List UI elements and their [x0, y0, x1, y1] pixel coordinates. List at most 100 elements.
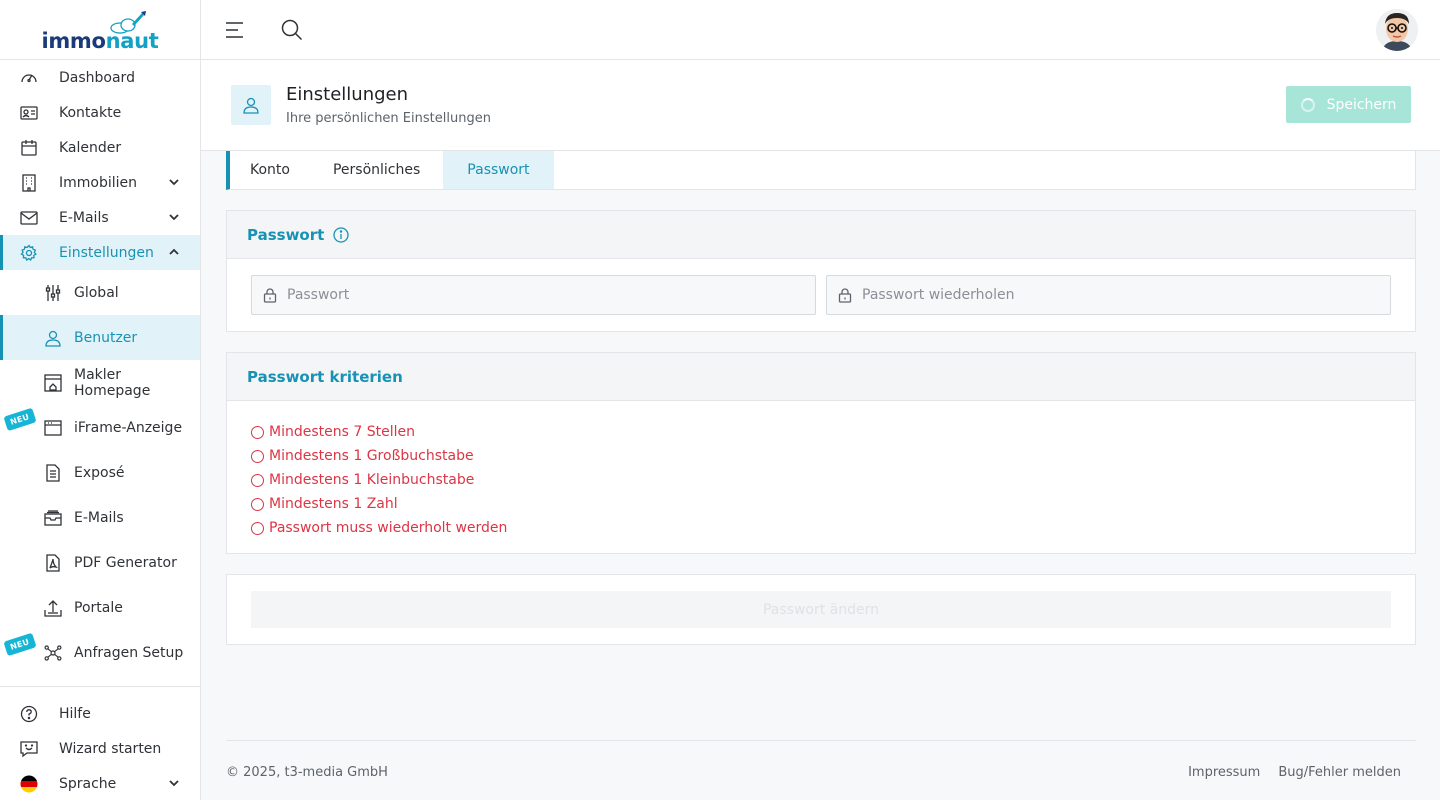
nav-label: Immobilien — [59, 174, 138, 191]
subnav-emails[interactable]: E-Mails — [0, 495, 200, 540]
nav-immobilien[interactable]: Immobilien — [0, 165, 200, 200]
sidebar: immonaut Dashboard Kontakte Kalender Imm… — [0, 0, 201, 800]
nav-kontakte[interactable]: Kontakte — [0, 95, 200, 130]
password-card: Passwort — [226, 210, 1416, 332]
sidebar-bottom-nav: Hilfe Wizard starten Sprache — [0, 686, 200, 800]
footer-links: Impressum Bug/Fehler melden — [1188, 765, 1401, 780]
nav-einstellungen[interactable]: Einstellungen — [0, 235, 200, 270]
criteria-text: Mindestens 1 Zahl — [269, 496, 398, 512]
tab-passwort[interactable]: Passwort — [443, 151, 554, 189]
password-field-wrapper — [251, 275, 816, 315]
pdf-icon — [44, 553, 62, 572]
chat-smile-icon — [20, 740, 38, 758]
nav-label: Einstellungen — [59, 244, 154, 261]
user-icon — [44, 329, 62, 347]
unchecked-circle-icon — [251, 521, 264, 535]
subnav-iframe-anzeige[interactable]: NEU iFrame-Anzeige — [0, 405, 200, 450]
nav-emails[interactable]: E-Mails — [0, 200, 200, 235]
sliders-icon — [44, 284, 62, 302]
nav-label: Sprache — [59, 775, 117, 792]
document-icon — [44, 463, 62, 482]
change-password-card: Passwort ändern — [226, 574, 1416, 645]
unchecked-circle-icon — [251, 497, 264, 511]
criteria-text: Mindestens 1 Kleinbuchstabe — [269, 472, 475, 488]
password-repeat-field-wrapper — [826, 275, 1391, 315]
calendar-icon — [20, 139, 38, 157]
page-title: Einstellungen — [286, 84, 409, 105]
criteria-card-title: Passwort kriterien — [247, 367, 403, 386]
browser-window-icon — [44, 419, 62, 437]
subnav-label: Exposé — [74, 464, 125, 481]
nav-sprache[interactable]: Sprache — [0, 766, 200, 800]
subnav-label: Benutzer — [74, 329, 138, 346]
subnav-label: Portale — [74, 599, 123, 616]
subnav-portale[interactable]: Portale — [0, 585, 200, 630]
subnav-label: Global — [74, 284, 119, 301]
nav-dashboard[interactable]: Dashboard — [0, 60, 200, 95]
impressum-link[interactable]: Impressum — [1188, 765, 1260, 780]
help-circle-icon — [20, 705, 38, 723]
criteria-card-header: Passwort kriterien — [227, 353, 1415, 401]
nav-label: Wizard starten — [59, 740, 162, 757]
chevron-down-icon — [169, 179, 179, 186]
tab-konto[interactable]: Konto — [230, 151, 313, 189]
lock-icon — [263, 288, 277, 303]
bug-report-link[interactable]: Bug/Fehler melden — [1278, 765, 1401, 780]
nav-label: E-Mails — [59, 209, 109, 226]
subnav-makler-homepage[interactable]: Makler Homepage — [0, 360, 200, 405]
criteria-item: Mindestens 1 Großbuchstabe — [251, 444, 1391, 468]
tab-persoenliches[interactable]: Persönliches — [313, 151, 443, 189]
criteria-item: Mindestens 1 Zahl — [251, 492, 1391, 516]
subnav-benutzer[interactable]: Benutzer — [0, 315, 200, 360]
chevron-down-icon — [169, 214, 179, 221]
save-button[interactable]: Speichern — [1286, 86, 1411, 123]
german-flag-icon — [20, 775, 38, 793]
subnav-label: E-Mails — [74, 509, 124, 526]
new-badge: NEU — [3, 407, 37, 432]
settings-tabs: Konto Persönliches Passwort — [226, 151, 1416, 190]
menu-toggle-icon[interactable] — [225, 18, 245, 42]
subnav-label: PDF Generator — [74, 554, 177, 571]
inbox-icon — [44, 509, 62, 527]
change-password-button[interactable]: Passwort ändern — [251, 591, 1391, 628]
subnav-expose[interactable]: Exposé — [0, 450, 200, 495]
logo[interactable]: immonaut — [0, 0, 200, 60]
criteria-text: Mindestens 7 Stellen — [269, 424, 415, 440]
password-repeat-input[interactable] — [827, 276, 1390, 314]
unchecked-circle-icon — [251, 449, 264, 463]
subnav-label: Anfragen Setup — [74, 644, 184, 661]
nav-label: Hilfe — [59, 705, 91, 722]
password-input[interactable] — [252, 276, 815, 314]
envelope-icon — [20, 209, 38, 227]
criteria-list: Mindestens 7 Stellen Mindestens 1 Großbu… — [227, 401, 1415, 540]
nav-wizard[interactable]: Wizard starten — [0, 731, 200, 766]
subnav-anfragen-setup[interactable]: NEU Anfragen Setup — [0, 630, 200, 675]
footer: © 2025, t3-media GmbH Impressum Bug/Fehl… — [226, 740, 1416, 800]
unchecked-circle-icon — [251, 425, 264, 439]
upload-icon — [44, 599, 62, 617]
gear-icon — [20, 243, 38, 262]
network-icon — [44, 644, 62, 662]
nav-label: Dashboard — [59, 69, 135, 86]
contact-card-icon — [20, 104, 38, 122]
info-icon[interactable] — [333, 226, 349, 243]
user-avatar[interactable] — [1376, 9, 1418, 51]
password-fields-row — [227, 259, 1415, 331]
nav-label: Kontakte — [59, 104, 122, 121]
subnav-pdf-generator[interactable]: PDF Generator — [0, 540, 200, 585]
subnav-global[interactable]: Global — [0, 270, 200, 315]
loading-spinner-icon — [1300, 97, 1315, 112]
topbar — [201, 0, 1440, 60]
criteria-item: Mindestens 1 Kleinbuchstabe — [251, 468, 1391, 492]
homepage-icon — [44, 373, 62, 392]
criteria-text: Passwort muss wiederholt werden — [269, 520, 508, 536]
nav-hilfe[interactable]: Hilfe — [0, 696, 200, 731]
search-icon[interactable] — [281, 18, 303, 42]
password-card-title: Passwort — [247, 225, 325, 244]
nav-label: Kalender — [59, 139, 122, 156]
subnav-label: iFrame-Anzeige — [74, 419, 183, 436]
nav-kalender[interactable]: Kalender — [0, 130, 200, 165]
chevron-up-icon — [169, 248, 179, 255]
criteria-item: Mindestens 7 Stellen — [251, 420, 1391, 444]
password-card-header: Passwort — [227, 211, 1415, 259]
